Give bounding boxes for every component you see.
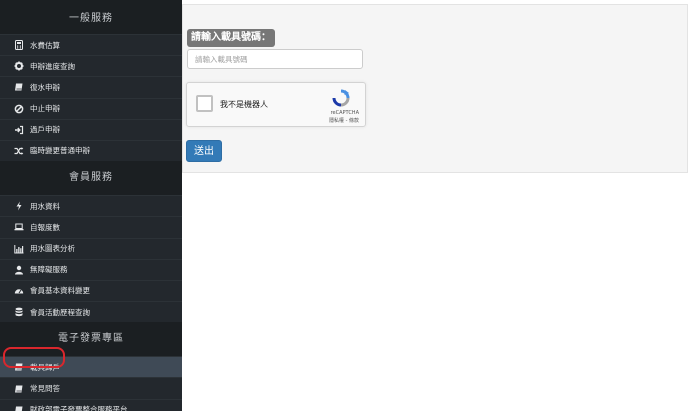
sidebar-item-temporary-change[interactable]: 臨時變更普通申辦 xyxy=(0,139,182,161)
user-icon xyxy=(14,265,24,275)
sidebar-item-label: 會員活動歷程查詢 xyxy=(30,307,90,317)
sidebar-item-label: 自報度數 xyxy=(30,222,60,232)
carrier-number-input[interactable] xyxy=(187,49,363,69)
dashboard-icon xyxy=(14,286,24,296)
laptop-icon xyxy=(14,222,24,232)
sidebar-item-label: 用水圖表分析 xyxy=(30,244,75,253)
recaptcha-widget: 我不是機器人 reCAPTCHA 隱私權 - 條款 xyxy=(186,82,366,127)
database-icon xyxy=(14,307,24,317)
section-header-general: 一般服務 xyxy=(0,0,182,34)
calculator-icon xyxy=(14,40,24,51)
book-icon xyxy=(14,384,24,394)
sidebar-item-label: 無障礙服務 xyxy=(30,265,68,275)
sidebar-item-label: 申辦進度查詢 xyxy=(30,61,75,71)
sidebar-item-accessibility[interactable]: 無障礙服務 xyxy=(0,258,182,280)
sidebar-item-carrier-binding[interactable]: 載具歸戶 xyxy=(0,356,182,378)
sidebar-item-activity-history[interactable]: 會員活動歷程查詢 xyxy=(0,301,182,322)
sidebar-item-label: 中止申辦 xyxy=(30,104,60,114)
sidebar-nav: 一般服務 水費估算 申辦進度查詢 復水申辦 中止申辦 過戶申辦 臨時變更普通申辦… xyxy=(0,0,182,411)
sidebar-item-label: 用水資料 xyxy=(30,201,60,211)
sidebar-item-label: 臨時變更普通申辦 xyxy=(30,146,90,156)
bar-chart-icon xyxy=(14,244,24,254)
submit-button[interactable]: 送出 xyxy=(186,140,222,162)
book-icon xyxy=(14,405,24,411)
sidebar-item-label: 復水申辦 xyxy=(30,82,60,92)
sidebar-item-label: 會員基本資料變更 xyxy=(30,286,90,296)
sidebar-item-water-fee-estimate[interactable]: 水費估算 xyxy=(0,34,182,55)
carrier-number-label: 請輸入載具號碼： xyxy=(187,29,275,47)
sidebar-item-faq[interactable]: 常見問答 xyxy=(0,377,182,398)
book-icon xyxy=(14,82,24,92)
gear-icon xyxy=(14,61,24,71)
recaptcha-logo-icon xyxy=(331,89,351,107)
sidebar-item-self-report-reading[interactable]: 自報度數 xyxy=(0,216,182,237)
sidebar-item-label: 財政部電子發票整合服務平台 xyxy=(30,405,128,411)
sidebar-item-member-profile[interactable]: 會員基本資料變更 xyxy=(0,279,182,301)
recaptcha-terms-link[interactable]: 隱私權 - 條款 xyxy=(329,117,359,124)
sidebar-item-label: 常見問答 xyxy=(30,383,60,393)
sidebar-item-label: 過戶申辦 xyxy=(30,125,60,135)
sidebar-item-suspend-service[interactable]: 中止申辦 xyxy=(0,97,182,119)
carrier-form-panel: 請輸入載具號碼： 我不是機器人 reCAPTCHA 隱私權 - 條款 送出 xyxy=(182,4,688,173)
section-header-member: 會員服務 xyxy=(0,161,182,196)
book-icon xyxy=(14,362,24,372)
sidebar-item-usage-chart[interactable]: 用水圖表分析 xyxy=(0,237,182,259)
shuffle-icon xyxy=(14,146,24,156)
sign-in-icon xyxy=(14,125,24,135)
recaptcha-checkbox[interactable] xyxy=(196,95,213,112)
sidebar-item-label: 水費估算 xyxy=(30,40,60,50)
section-header-einvoice: 電子發票專區 xyxy=(0,322,182,357)
sidebar-item-label: 載具歸戶 xyxy=(30,362,60,372)
recaptcha-brand: reCAPTCHA xyxy=(330,110,359,116)
sidebar-item-transfer-ownership[interactable]: 過戶申辦 xyxy=(0,118,182,140)
recaptcha-label: 我不是機器人 xyxy=(220,100,268,109)
sidebar-item-einvoice-platform[interactable]: 財政部電子發票整合服務平台 xyxy=(0,398,182,411)
sidebar-item-progress-query[interactable]: 申辦進度查詢 xyxy=(0,55,182,76)
sidebar-item-water-usage[interactable]: 用水資料 xyxy=(0,195,182,216)
ban-icon xyxy=(14,104,24,114)
bolt-icon xyxy=(14,201,24,211)
sidebar-item-restore-water[interactable]: 復水申辦 xyxy=(0,76,182,97)
